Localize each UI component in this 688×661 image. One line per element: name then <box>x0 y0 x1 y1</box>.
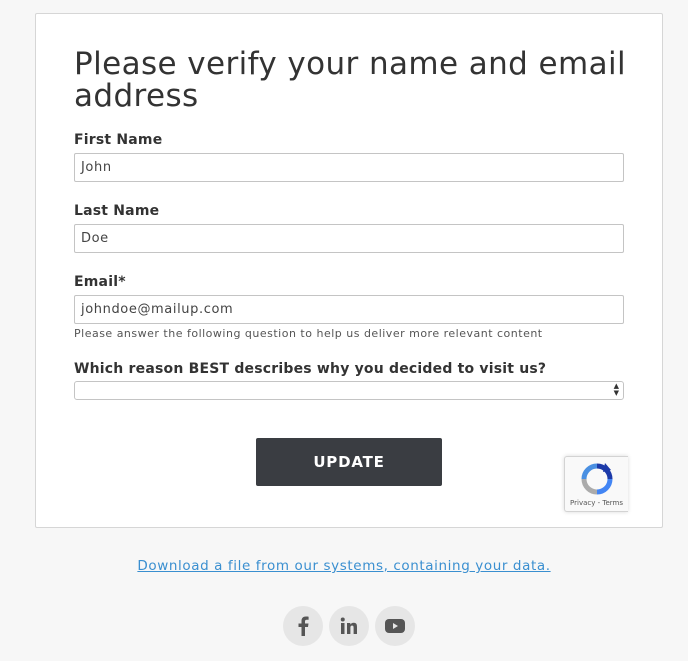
youtube-icon <box>385 619 405 633</box>
last-name-value: Doe <box>81 231 109 246</box>
page-title: Please verify your name and email addres… <box>74 46 626 114</box>
reason-select[interactable]: ▲ ▼ <box>74 381 624 400</box>
email-field[interactable]: johndoe@mailup.com <box>74 295 624 324</box>
linkedin-button[interactable] <box>329 606 369 646</box>
email-label: Email* <box>74 274 126 290</box>
email-value: johndoe@mailup.com <box>81 302 234 317</box>
recaptcha-badge[interactable]: Privacy - Terms <box>564 456 628 512</box>
first-name-value: John <box>81 160 112 175</box>
linkedin-icon <box>340 617 357 634</box>
verify-form-card: Please verify your name and email addres… <box>35 13 663 528</box>
youtube-button[interactable] <box>375 606 415 646</box>
reason-label: Which reason BEST describes why you deci… <box>74 361 547 377</box>
recaptcha-terms[interactable]: Privacy - Terms <box>565 499 628 507</box>
facebook-button[interactable] <box>283 606 323 646</box>
first-name-field[interactable]: John <box>74 153 624 182</box>
update-button[interactable]: UPDATE <box>256 438 442 486</box>
download-data-link[interactable]: Download a file from our systems, contai… <box>0 558 688 574</box>
last-name-label: Last Name <box>74 203 160 219</box>
last-name-field[interactable]: Doe <box>74 224 624 253</box>
facebook-icon <box>298 616 309 636</box>
help-text: Please answer the following question to … <box>74 327 543 340</box>
select-arrows-icon: ▲ ▼ <box>613 382 619 397</box>
first-name-label: First Name <box>74 132 163 148</box>
recaptcha-icon <box>581 463 613 495</box>
